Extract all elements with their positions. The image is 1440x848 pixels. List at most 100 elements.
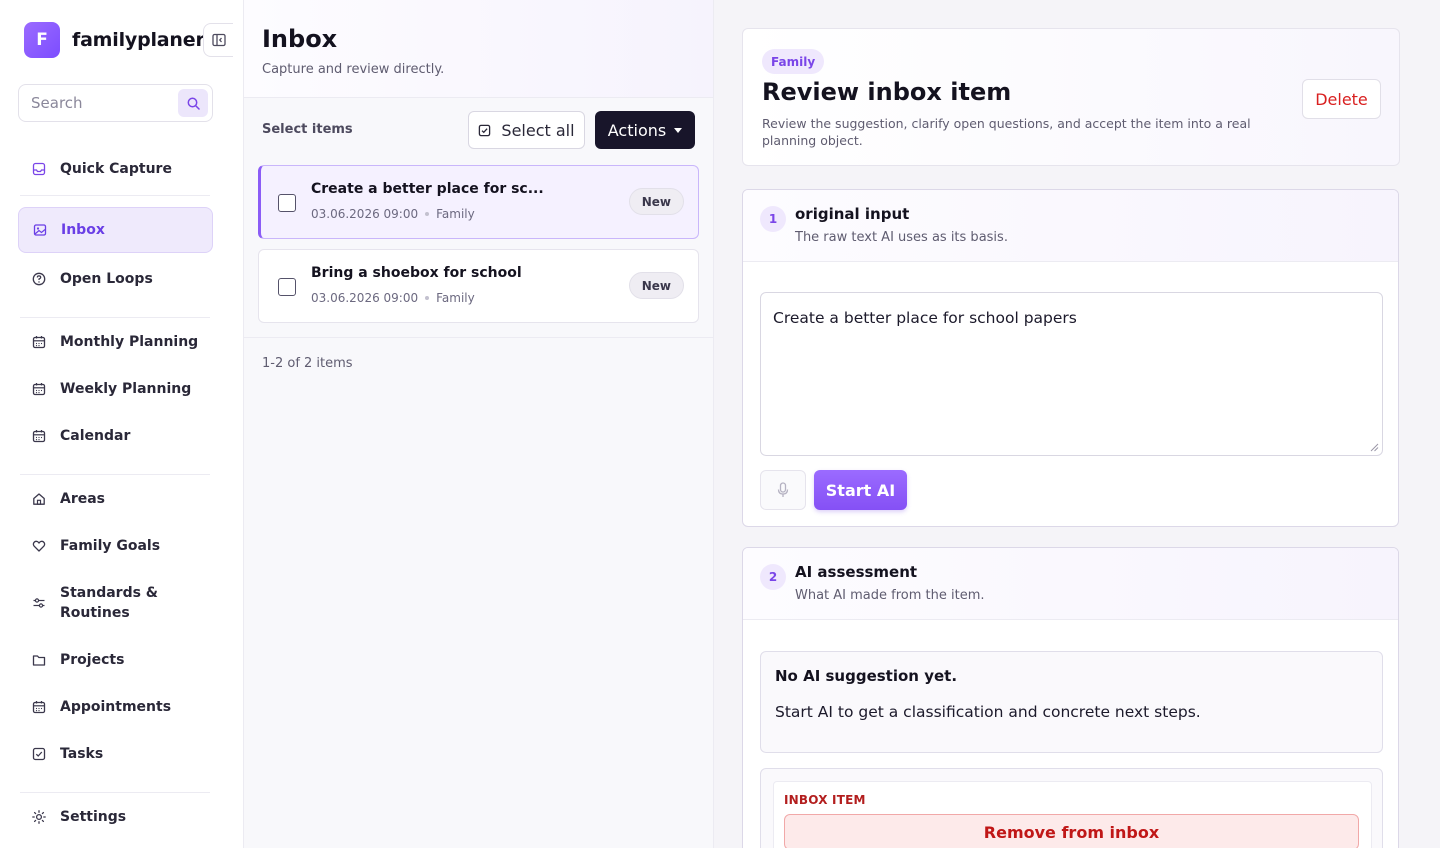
status-badge: New [628,188,684,215]
checkbox-icon [32,747,46,761]
remove-from-inbox-button[interactable]: Remove from inbox [784,814,1359,848]
nav-item-appointments[interactable]: Appointments [18,687,213,727]
empty-state-title: No AI suggestion yet. [775,667,958,685]
item-title: Create a better place for sc... [311,181,544,197]
home-icon [32,492,46,506]
nav-divider [20,195,210,196]
actions-dropdown-button[interactable]: Actions [595,111,695,149]
sun-gear-icon [32,810,46,824]
select-items-label: Select items [262,122,353,137]
separator-dot [425,212,430,216]
brand-logo: F [24,22,60,58]
nav-divider [20,474,210,475]
search-icon [187,97,200,110]
inbox-item-box: INBOX ITEM Remove from inbox [773,781,1372,848]
nav-label: Areas [60,491,106,507]
nav-item-areas[interactable]: Areas [18,479,213,519]
page-title: Inbox [262,25,338,53]
nav-item-quick-capture[interactable]: Quick Capture [18,149,213,189]
nav-item-standards-routines[interactable]: Standards & Routines [18,582,213,624]
ai-assessment-section: 2 AI assessment What AI made from the it… [742,547,1399,848]
item-area: Family [436,207,475,221]
nav-item-tasks[interactable]: Tasks [18,734,213,774]
nav-divider [20,317,210,318]
microphone-button[interactable] [760,470,806,510]
nav-label: Open Loops [60,271,153,287]
textarea-value: Create a better place for school papers [773,309,1077,327]
nav-item-family-goals[interactable]: Family Goals [18,526,213,566]
step-number: 1 [760,206,786,232]
nav-label: Family Goals [60,538,161,554]
nav-label: Standards & Routines [60,583,158,623]
nav-item-monthly-planning[interactable]: Monthly Planning [18,322,213,362]
item-date: 03.06.2026 09:00 [311,207,419,221]
inbox-list-panel: Inbox Capture and review directly. Selec… [244,0,714,848]
nav-label: Appointments [60,699,172,715]
inbox-item-panel: INBOX ITEM Remove from inbox [760,768,1383,848]
image-inbox-icon [33,223,47,237]
area-tag: Family [762,49,825,74]
inbox-item-label: INBOX ITEM [784,793,866,807]
item-title: Bring a shoebox for school [311,265,522,281]
item-checkbox[interactable] [278,194,296,212]
original-input-section: 1 original input The raw text AI uses as… [742,189,1399,527]
review-header-card: Family Review inbox item Review the sugg… [742,28,1400,166]
nav-label: Tasks [60,746,104,762]
inbox-tray-icon [32,162,46,176]
scrollbar-track [1400,0,1440,848]
nav-item-open-loops[interactable]: Open Loops [18,259,213,299]
select-all-button[interactable]: Select all [468,111,585,149]
resize-handle-icon[interactable] [1370,443,1379,452]
microphone-icon [777,482,789,497]
nav-item-inbox[interactable]: Inbox [18,207,213,253]
list-item[interactable]: Bring a shoebox for school 03.06.2026 09… [258,249,699,323]
item-area: Family [436,291,475,305]
calendar-icon [32,429,46,443]
nav-label-line: Standards & [60,585,158,601]
nav-label: Quick Capture [60,161,172,177]
checkbox-icon [478,124,491,137]
nav-item-weekly-planning[interactable]: Weekly Planning [18,369,213,409]
empty-state-text: Start AI to get a classification and con… [775,703,1201,721]
item-date: 03.06.2026 09:00 [311,291,419,305]
nav-label-line: Routines [60,605,130,621]
search-button[interactable] [178,89,208,117]
collapse-sidebar-button[interactable] [203,23,233,57]
nav-item-calendar[interactable]: Calendar [18,416,213,456]
select-all-label: Select all [501,120,575,140]
original-input-textarea[interactable]: Create a better place for school papers [760,292,1383,456]
section-subtitle: What AI made from the item. [795,588,985,603]
inbox-header: Inbox Capture and review directly. [244,0,713,98]
sidebar-collapse-icon [211,33,226,47]
sliders-icon [32,596,46,610]
pagination-info: 1-2 of 2 items [262,356,353,371]
delete-button[interactable]: Delete [1302,79,1381,119]
ai-empty-state: No AI suggestion yet. Start AI to get a … [760,651,1383,753]
section-header: 1 original input The raw text AI uses as… [743,190,1398,262]
page-subtitle: Capture and review directly. [262,62,445,77]
status-badge: New [628,272,684,299]
search-input[interactable] [19,94,169,112]
calendar-icon [32,700,46,714]
app-name: familyplaner [72,29,205,51]
start-ai-button[interactable]: Start AI [814,470,907,510]
review-description: Review the suggestion, clarify open ques… [762,116,1251,148]
section-subtitle: The raw text AI uses as its basis. [795,230,1008,245]
help-circle-icon [32,272,46,286]
brand[interactable]: F familyplaner [24,22,205,58]
review-panel: Family Review inbox item Review the sugg… [714,0,1440,848]
separator-dot [425,296,430,300]
section-header: 2 AI assessment What AI made from the it… [743,548,1398,620]
actions-label: Actions [607,120,667,140]
item-meta: 03.06.2026 09:00 Family [311,207,475,221]
item-checkbox[interactable] [278,278,296,296]
nav-label: Settings [60,809,127,825]
nav-divider [20,792,210,793]
section-title: original input [795,205,910,223]
list-item[interactable]: Create a better place for sc... 03.06.20… [258,165,699,239]
nav-item-settings[interactable]: Settings [18,797,213,837]
nav-item-projects[interactable]: Projects [18,640,213,680]
nav-label: Weekly Planning [60,381,192,397]
nav-label: Projects [60,652,125,668]
nav-label: Calendar [60,428,131,444]
